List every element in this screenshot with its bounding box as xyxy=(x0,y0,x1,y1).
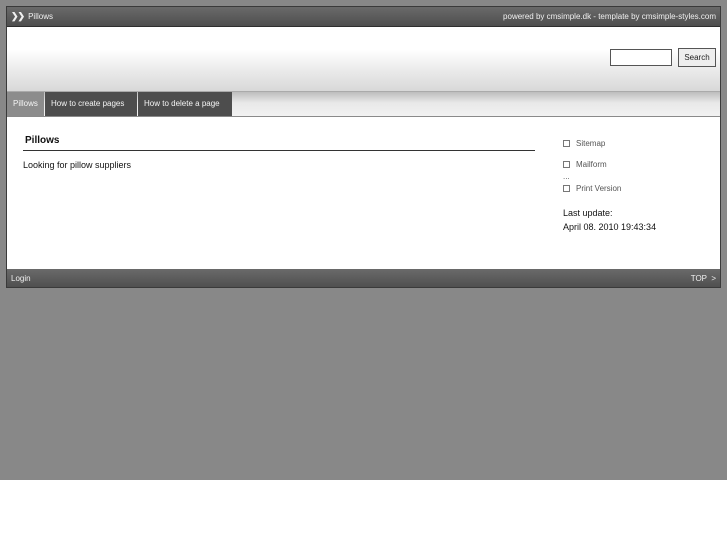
square-bullet-icon xyxy=(563,160,570,168)
square-bullet-icon xyxy=(563,139,570,147)
sidebar-link-print-version[interactable]: Print Version xyxy=(563,182,713,194)
breadcrumb-label[interactable]: Pillows xyxy=(28,12,53,21)
search-input[interactable] xyxy=(610,49,672,66)
nav-item-how-to-delete-a-page[interactable]: How to delete a page xyxy=(138,92,232,116)
sidebar-link-label: Print Version xyxy=(576,183,622,193)
footer-bar: Login TOP > xyxy=(7,269,720,287)
last-update-label: Last update: xyxy=(563,208,613,218)
double-chevron-right-icon: ❯❯ xyxy=(11,11,25,21)
nav-item-how-to-create-pages[interactable]: How to create pages xyxy=(45,92,137,116)
header: Search xyxy=(7,27,720,91)
site-frame: ❯❯ Pillows powered by cmsimple.dk - templ… xyxy=(6,6,721,288)
square-bullet-icon xyxy=(563,184,570,192)
page-title: Pillows xyxy=(25,135,60,146)
sidebar-link-sitemap[interactable]: Sitemap xyxy=(563,137,713,149)
main-nav: Pillows How to create pages How to delet… xyxy=(7,91,720,117)
sidebar-separator: ... xyxy=(563,172,570,181)
credits-text[interactable]: powered by cmsimple.dk - template by cms… xyxy=(503,7,716,26)
sidebar-link-label: Mailform xyxy=(576,159,607,169)
main-content: Pillows Looking for pillow suppliers xyxy=(23,135,535,170)
sidebar-link-mailform[interactable]: Mailform xyxy=(563,158,713,170)
last-update: Last update: April 08. 2010 19:43:34 xyxy=(563,206,713,234)
page-text: Looking for pillow suppliers xyxy=(23,160,132,170)
title-divider xyxy=(23,150,535,151)
login-link[interactable]: Login xyxy=(11,269,31,287)
last-update-value: April 08. 2010 19:43:34 xyxy=(563,222,657,232)
search-button[interactable]: Search xyxy=(678,48,716,67)
breadcrumb: ❯❯ Pillows xyxy=(11,7,53,26)
sidebar-link-label: Sitemap xyxy=(576,138,606,148)
top-link[interactable]: TOP > xyxy=(691,269,716,287)
top-bar: ❯❯ Pillows powered by cmsimple.dk - templ… xyxy=(7,7,720,27)
sidebar: Sitemap Mailform ... Print Version Last … xyxy=(563,137,713,234)
nav-item-pillows[interactable]: Pillows xyxy=(7,92,44,116)
